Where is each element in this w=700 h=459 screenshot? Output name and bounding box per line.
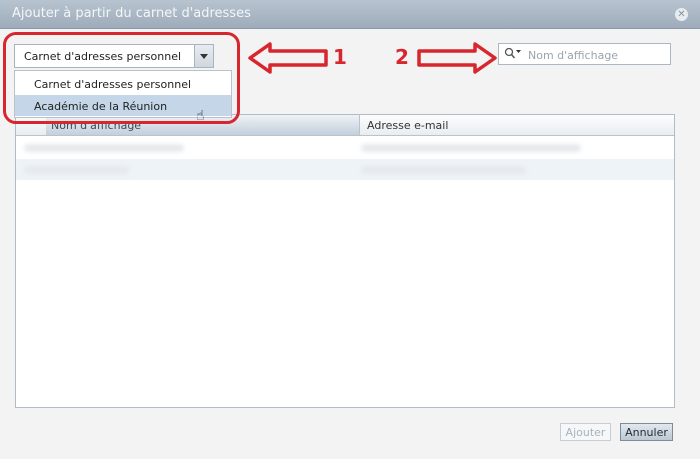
cancel-button[interactable]: Annuler [620,423,673,441]
blurred-text [24,166,129,174]
annotation-label-1: 1 [333,45,347,69]
column-header-email[interactable]: Adresse e-mail [360,115,674,135]
blurred-text [361,144,581,152]
search-input[interactable] [526,46,670,64]
table-row[interactable] [16,159,674,180]
search-icon[interactable] [504,47,522,61]
add-button[interactable]: Ajouter [560,423,611,441]
close-icon[interactable]: ✕ [675,8,688,21]
search-box [498,43,671,65]
blurred-text [361,166,526,174]
blurred-text [24,144,184,152]
annotation-arrow-right-icon [417,42,497,74]
annotation-arrow-left-icon [248,42,328,74]
annotation-label-2: 2 [395,45,409,69]
hand-pointer-icon: ☝ [196,108,205,124]
contacts-grid: Nom d'affichage Adresse e-mail [15,114,675,408]
dialog-title: Ajouter à partir du carnet d'adresses [12,6,251,21]
table-row[interactable] [16,137,674,158]
dialog-titlebar: Ajouter à partir du carnet d'adresses ✕ [0,0,700,29]
